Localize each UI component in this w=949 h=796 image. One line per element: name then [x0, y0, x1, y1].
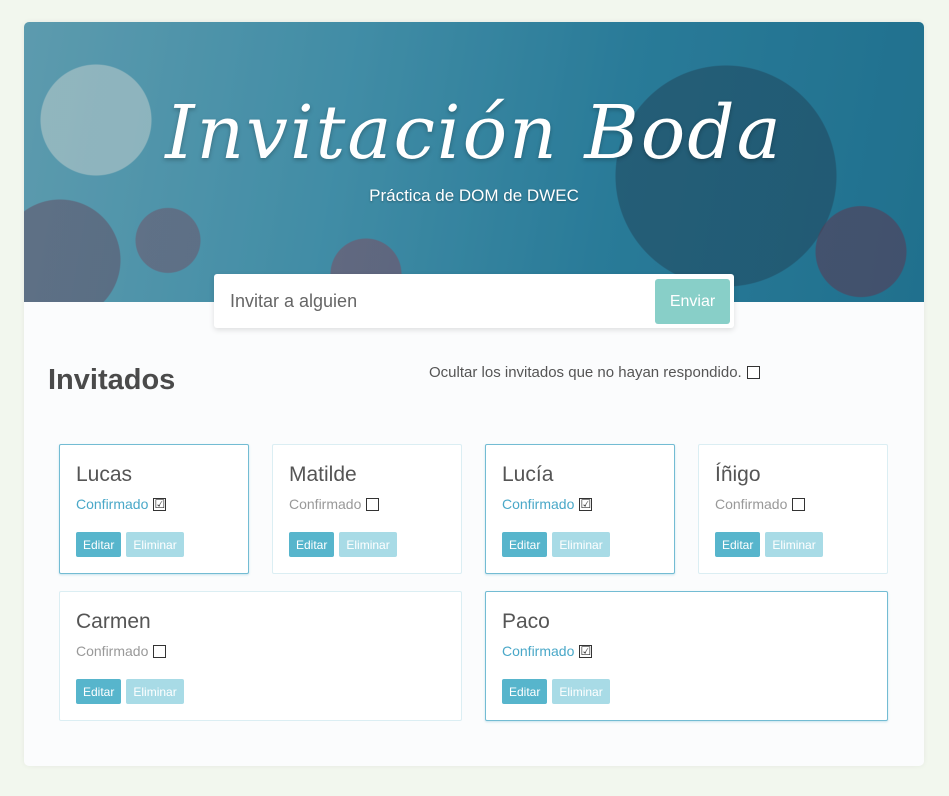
confirmed-label: Confirmado: [76, 643, 149, 659]
page-title: Invitación Boda: [165, 90, 783, 176]
delete-button[interactable]: Eliminar: [765, 532, 823, 557]
delete-button[interactable]: Eliminar: [126, 679, 184, 704]
guests-heading: Invitados: [48, 364, 176, 396]
confirmed-checkbox[interactable]: ☑: [579, 497, 593, 511]
guest-status: Confirmado: [715, 496, 806, 512]
edit-button[interactable]: Editar: [502, 532, 548, 557]
guest-name: Carmen: [76, 610, 151, 633]
filter-label: Ocultar los invitados que no hayan respo…: [429, 364, 742, 381]
delete-button[interactable]: Eliminar: [552, 532, 610, 557]
guest-list: Lucas Confirmado ☑ Editar Eliminar Matil…: [59, 444, 889, 721]
edit-button[interactable]: Editar: [715, 532, 761, 557]
filter-checkbox[interactable]: [746, 366, 760, 379]
confirmed-checkbox[interactable]: ☑: [153, 497, 167, 511]
edit-button[interactable]: Editar: [502, 679, 548, 704]
confirmed-label: Confirmado: [502, 643, 575, 659]
confirmed-checkbox[interactable]: ☑: [579, 644, 593, 658]
guest-card: Lucía Confirmado ☑ Editar Eliminar: [485, 444, 675, 574]
edit-button[interactable]: Editar: [289, 532, 335, 557]
confirmed-checkbox[interactable]: [792, 497, 806, 511]
page-subtitle: Práctica de DOM de DWEC: [369, 186, 579, 205]
guest-card: Matilde Confirmado Editar Eliminar: [272, 444, 462, 574]
confirmed-label: Confirmado: [502, 496, 575, 512]
delete-button[interactable]: Eliminar: [339, 532, 397, 557]
guest-card: Lucas Confirmado ☑ Editar Eliminar: [59, 444, 249, 574]
confirmed-label: Confirmado: [715, 496, 788, 512]
guest-name: Íñigo: [715, 463, 761, 486]
guest-status: Confirmado ☑: [502, 643, 593, 659]
hero-banner: Invitación Boda Práctica de DOM de DWEC: [24, 22, 924, 302]
guest-name: Matilde: [289, 463, 357, 486]
confirmed-checkbox[interactable]: [366, 497, 380, 511]
guest-card: Paco Confirmado ☑ Editar Eliminar: [485, 591, 888, 721]
guest-card: Carmen Confirmado Editar Eliminar: [59, 591, 462, 721]
guest-status: Confirmado ☑: [76, 496, 167, 512]
guest-status: Confirmado ☑: [502, 496, 593, 512]
send-button[interactable]: Enviar: [655, 279, 730, 324]
invite-input[interactable]: [214, 274, 644, 328]
invite-form: Enviar: [214, 274, 734, 328]
guest-card: Íñigo Confirmado Editar Eliminar: [698, 444, 888, 574]
hide-unresponded-filter[interactable]: Ocultar los invitados que no hayan respo…: [429, 364, 760, 381]
confirmed-label: Confirmado: [76, 496, 149, 512]
confirmed-label: Confirmado: [289, 496, 362, 512]
guest-name: Paco: [502, 610, 550, 633]
guest-status: Confirmado: [289, 496, 380, 512]
confirmed-checkbox[interactable]: [153, 644, 167, 658]
guest-name: Lucía: [502, 463, 554, 486]
app-container: Invitación Boda Práctica de DOM de DWEC …: [24, 22, 924, 766]
delete-button[interactable]: Eliminar: [126, 532, 184, 557]
edit-button[interactable]: Editar: [76, 532, 122, 557]
delete-button[interactable]: Eliminar: [552, 679, 610, 704]
guest-status: Confirmado: [76, 643, 167, 659]
edit-button[interactable]: Editar: [76, 679, 122, 704]
guest-name: Lucas: [76, 463, 133, 486]
